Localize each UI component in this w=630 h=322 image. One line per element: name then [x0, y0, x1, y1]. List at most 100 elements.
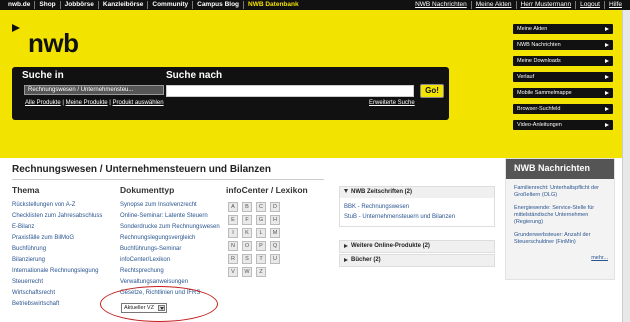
nav-kanzleiboerse[interactable]: Kanzleibörse — [99, 1, 149, 9]
letter-button[interactable]: V — [228, 267, 238, 277]
dokumenttyp-item[interactable]: Synopse zum Insolvenzrecht — [120, 200, 220, 211]
dokumenttyp-item[interactable]: Sonderdrucke zum Rechnungswesen — [120, 222, 220, 233]
quick-meine-akten[interactable]: Meine Akten — [513, 24, 613, 34]
quick-item-label: Verlauf — [517, 74, 535, 80]
search-scope-select[interactable]: Rechnungswesen / Unternehmensteu... — [24, 85, 164, 95]
quick-nwb-nachrichten[interactable]: NWB Nachrichten — [513, 40, 613, 50]
logo[interactable]: nwb — [28, 28, 79, 59]
thema-heading: Thema — [12, 185, 40, 195]
letter-button[interactable]: N — [228, 241, 238, 251]
panel-header[interactable]: Weitere Online-Produkte (2) — [340, 241, 494, 252]
thema-item[interactable]: Bilanzierung — [12, 255, 102, 266]
letter-button[interactable]: B — [242, 202, 252, 212]
letter-button[interactable]: L — [256, 228, 266, 238]
news-item[interactable]: Energiewende: Service-Stelle für mittels… — [506, 205, 614, 226]
nav-logout[interactable]: Logout — [576, 1, 605, 9]
letter-button[interactable]: D — [270, 202, 280, 212]
arrow-right-icon — [605, 123, 609, 127]
search-in-label: Suche in — [22, 70, 64, 81]
nav-shop[interactable]: Shop — [35, 1, 61, 9]
thema-item[interactable]: Rückstellungen von A-Z — [12, 200, 102, 211]
nav-campus-blog[interactable]: Campus Blog — [193, 1, 245, 9]
top-nav-right: NWB Nachrichten Meine Akten Herr Musterm… — [411, 1, 626, 9]
quick-menu: Meine Akten NWB Nachrichten Meine Downlo… — [513, 24, 613, 136]
advanced-search-link[interactable]: Erweiterte Suche — [369, 100, 415, 106]
nav-nwb-datenbank[interactable]: NWB Datenbank — [244, 1, 303, 9]
quick-item-label: Meine Akten — [517, 26, 548, 32]
quick-item-label: Mobile Sammelmappe — [517, 90, 572, 96]
nav-nwb-nachrichten[interactable]: NWB Nachrichten — [411, 1, 472, 9]
nav-hilfe[interactable]: Hilfe — [605, 1, 626, 9]
quick-item-label: Video-Anleitungen — [517, 122, 562, 128]
letter-button[interactable]: R — [228, 254, 238, 264]
nav-user-name[interactable]: Herr Mustermann — [517, 1, 577, 9]
dokumenttyp-item[interactable]: Online-Seminar: Latente Steuern — [120, 211, 220, 222]
panel-buecher: Bücher (2) — [339, 254, 495, 267]
quick-verlauf[interactable]: Verlauf — [513, 72, 613, 82]
link-produkt-auswaehlen[interactable]: Produkt auswählen — [113, 100, 164, 106]
top-navigation-bar: nwb.de Shop Jobbörse Kanzleibörse Commun… — [0, 0, 630, 10]
letter-button[interactable]: F — [242, 215, 252, 225]
thema-item[interactable]: E-Bilanz — [12, 222, 102, 233]
divider — [12, 179, 324, 180]
dokumenttyp-item[interactable]: Buchführungs-Seminar — [120, 244, 220, 255]
arrow-right-icon — [605, 59, 609, 63]
letter-button[interactable]: T — [256, 254, 266, 264]
panel-header[interactable]: Bücher (2) — [340, 255, 494, 266]
panel-zeitschriften: NWB Zeitschriften (2) BBK - Rechnungswes… — [339, 186, 495, 227]
thema-item[interactable]: Praxisfälle zum BilMoG — [12, 233, 102, 244]
letter-button[interactable]: Z — [256, 267, 266, 277]
letter-button[interactable]: K — [242, 228, 252, 238]
panel-header[interactable]: NWB Zeitschriften (2) — [340, 187, 494, 198]
quick-video-anleitungen[interactable]: Video-Anleitungen — [513, 120, 613, 130]
thema-item[interactable]: Internationale Rechnungslegung — [12, 266, 102, 277]
dokumenttyp-item[interactable]: Rechtsprechung — [120, 266, 220, 277]
letter-button[interactable]: E — [228, 215, 238, 225]
news-item[interactable]: Familienrecht: Unterhaltspflicht der Gro… — [506, 185, 614, 199]
news-more-link[interactable]: mehr... — [591, 255, 608, 261]
panel-link[interactable]: StuB - Unternehmensteuern und Bilanzen — [340, 212, 494, 222]
letter-button[interactable]: S — [242, 254, 252, 264]
panel-link[interactable]: BBK - Rechnungswesen — [340, 202, 494, 212]
infocenter-heading: infoCenter / Lexikon — [226, 185, 308, 195]
thema-item[interactable]: Wirtschaftsrecht — [12, 288, 102, 299]
link-meine-produkte[interactable]: Meine Produkte — [66, 100, 108, 106]
letter-button[interactable]: O — [242, 241, 252, 251]
highlight-ellipse — [100, 286, 218, 322]
arrow-right-icon — [605, 107, 609, 111]
letter-button[interactable]: Q — [270, 241, 280, 251]
nav-nwb-de[interactable]: nwb.de — [4, 1, 36, 9]
nav-meine-akten[interactable]: Meine Akten — [472, 1, 517, 9]
letter-button[interactable]: G — [256, 215, 266, 225]
letter-button[interactable]: M — [270, 228, 280, 238]
dokumenttyp-item[interactable]: infoCenter/Lexikon — [120, 255, 220, 266]
link-alle-produkte[interactable]: Alle Produkte — [25, 100, 61, 106]
arrow-right-icon — [605, 43, 609, 47]
letter-button[interactable]: C — [256, 202, 266, 212]
thema-item[interactable]: Buchführung — [12, 244, 102, 255]
letter-button[interactable]: A — [228, 202, 238, 212]
nav-community[interactable]: Community — [148, 1, 194, 9]
quick-mobile-sammelmappe[interactable]: Mobile Sammelmappe — [513, 88, 613, 98]
news-item[interactable]: Grunderwerbsteuer: Anzahl der Steuerschu… — [506, 232, 614, 246]
quick-browser-suchfeld[interactable]: Browser-Suchfeld — [513, 104, 613, 114]
letter-button[interactable]: U — [270, 254, 280, 264]
thema-item[interactable]: Betriebswirtschaft — [12, 299, 102, 310]
quick-meine-downloads[interactable]: Meine Downloads — [513, 56, 613, 66]
panel-title: Bücher (2) — [351, 257, 381, 263]
nav-jobboerse[interactable]: Jobbörse — [61, 1, 99, 9]
vertical-scrollbar[interactable] — [622, 10, 630, 322]
search-go-button[interactable]: Go! — [420, 84, 444, 98]
dokumenttyp-list: Synopse zum Insolvenzrecht Online-Semina… — [120, 200, 220, 299]
search-input[interactable] — [166, 85, 414, 97]
arrow-right-icon — [605, 91, 609, 95]
dokumenttyp-heading: Dokumenttyp — [120, 185, 175, 195]
letter-button[interactable]: I — [228, 228, 238, 238]
letter-button[interactable]: P — [256, 241, 266, 251]
thema-item[interactable]: Checklisten zum Jahresabschluss — [12, 211, 102, 222]
search-scope-links: Alle Produkte | Meine Produkte | Produkt… — [25, 100, 164, 106]
letter-button[interactable]: W — [242, 267, 252, 277]
thema-item[interactable]: Steuerrecht — [12, 277, 102, 288]
letter-button[interactable]: H — [270, 215, 280, 225]
dokumenttyp-item[interactable]: Rechnungslegungsvergleich — [120, 233, 220, 244]
